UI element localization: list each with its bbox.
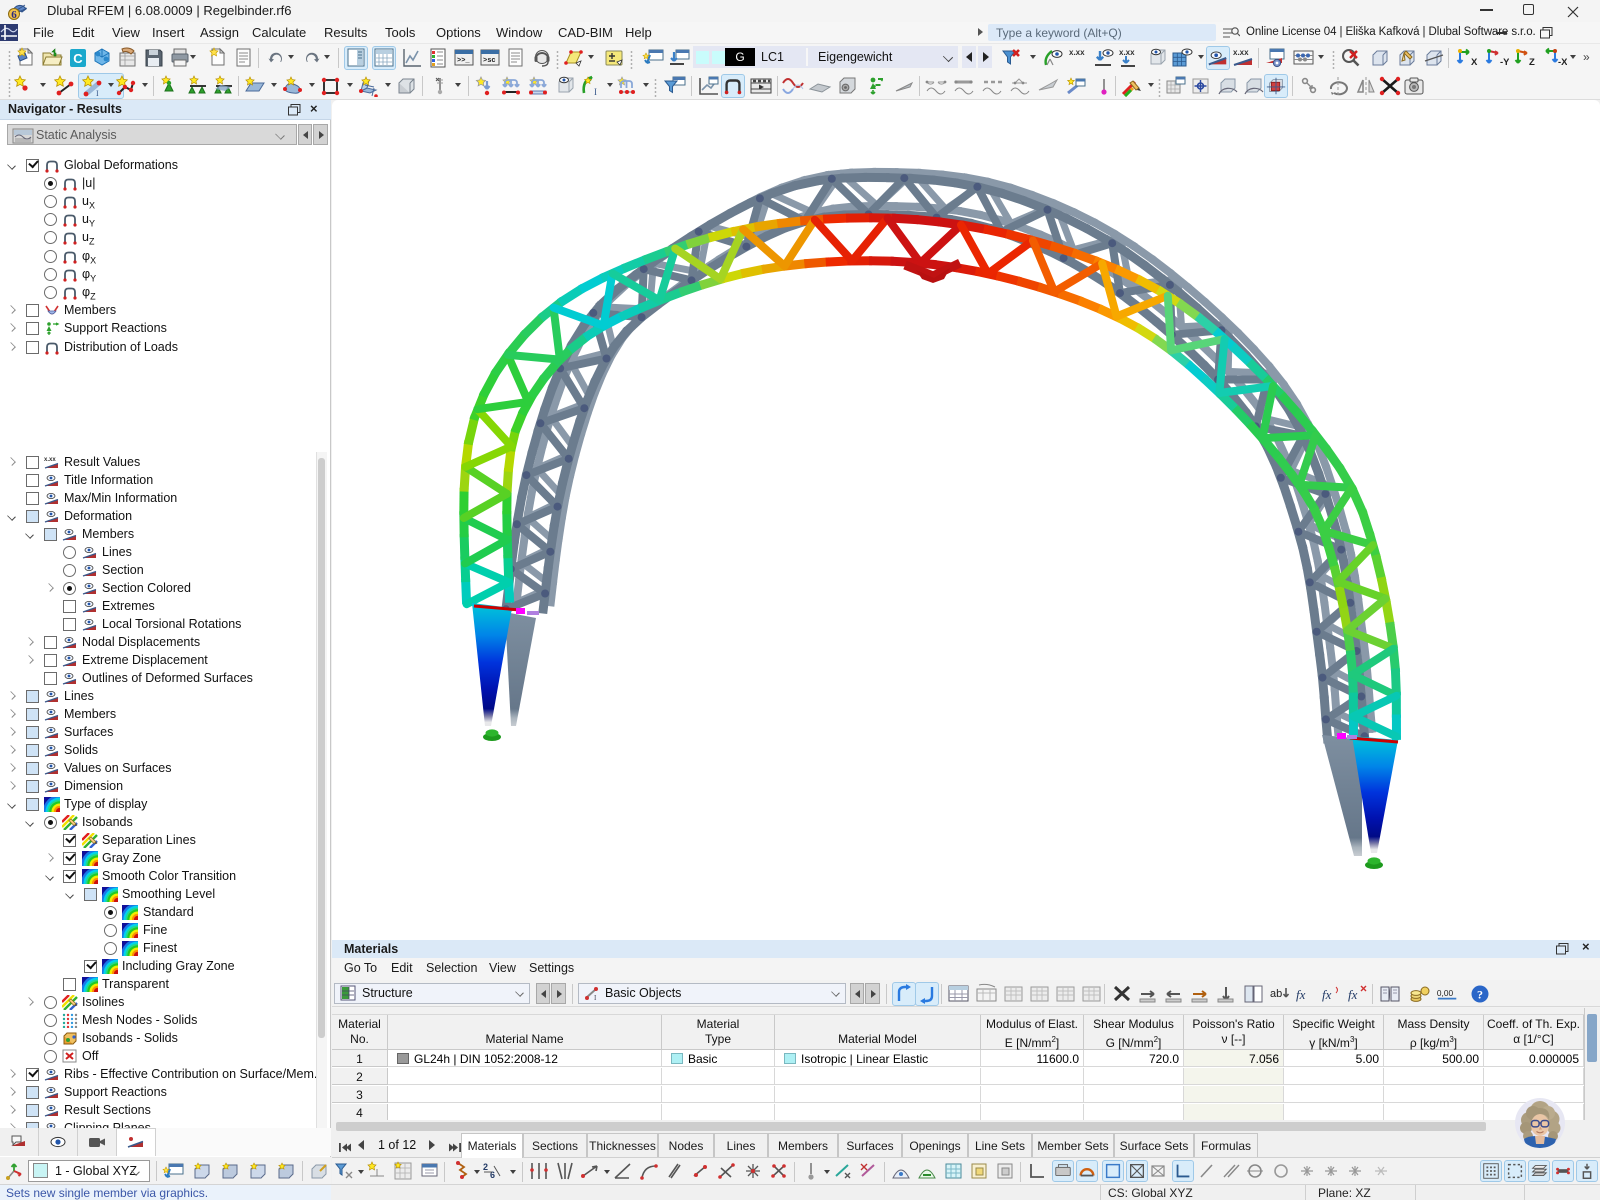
svg-text:fx: fx [1322, 987, 1332, 1002]
svg-text:x.xx: x.xx [44, 457, 56, 463]
svg-text:I: I [594, 87, 597, 97]
svg-text:I: I [96, 89, 99, 97]
svg-text:fx: fx [1296, 987, 1306, 1002]
svg-text:X: X [1471, 57, 1478, 68]
svg-text:2: 2 [483, 1162, 488, 1172]
svg-text:6: 6 [11, 9, 17, 20]
svg-text:-X: -X [1558, 57, 1567, 68]
svg-text:x.xx: x.xx [1119, 48, 1135, 57]
svg-text:ab: ab [1270, 988, 1282, 1000]
svg-text:I: I [594, 994, 597, 1001]
svg-text:>>_: >>_ [457, 57, 470, 65]
svg-text:-Y: -Y [1500, 57, 1509, 68]
svg-text:0,00: 0,00 [1437, 988, 1454, 998]
svg-text:Z: Z [1529, 57, 1535, 68]
svg-text:?: ? [1477, 988, 1483, 1002]
svg-text:x.xx: x.xx [1233, 48, 1249, 57]
svg-text:x.xx: x.xx [1069, 48, 1085, 57]
svg-text:>sc: >sc [483, 57, 496, 65]
svg-text:fx: fx [1348, 987, 1358, 1002]
svg-text:C: C [73, 51, 83, 66]
